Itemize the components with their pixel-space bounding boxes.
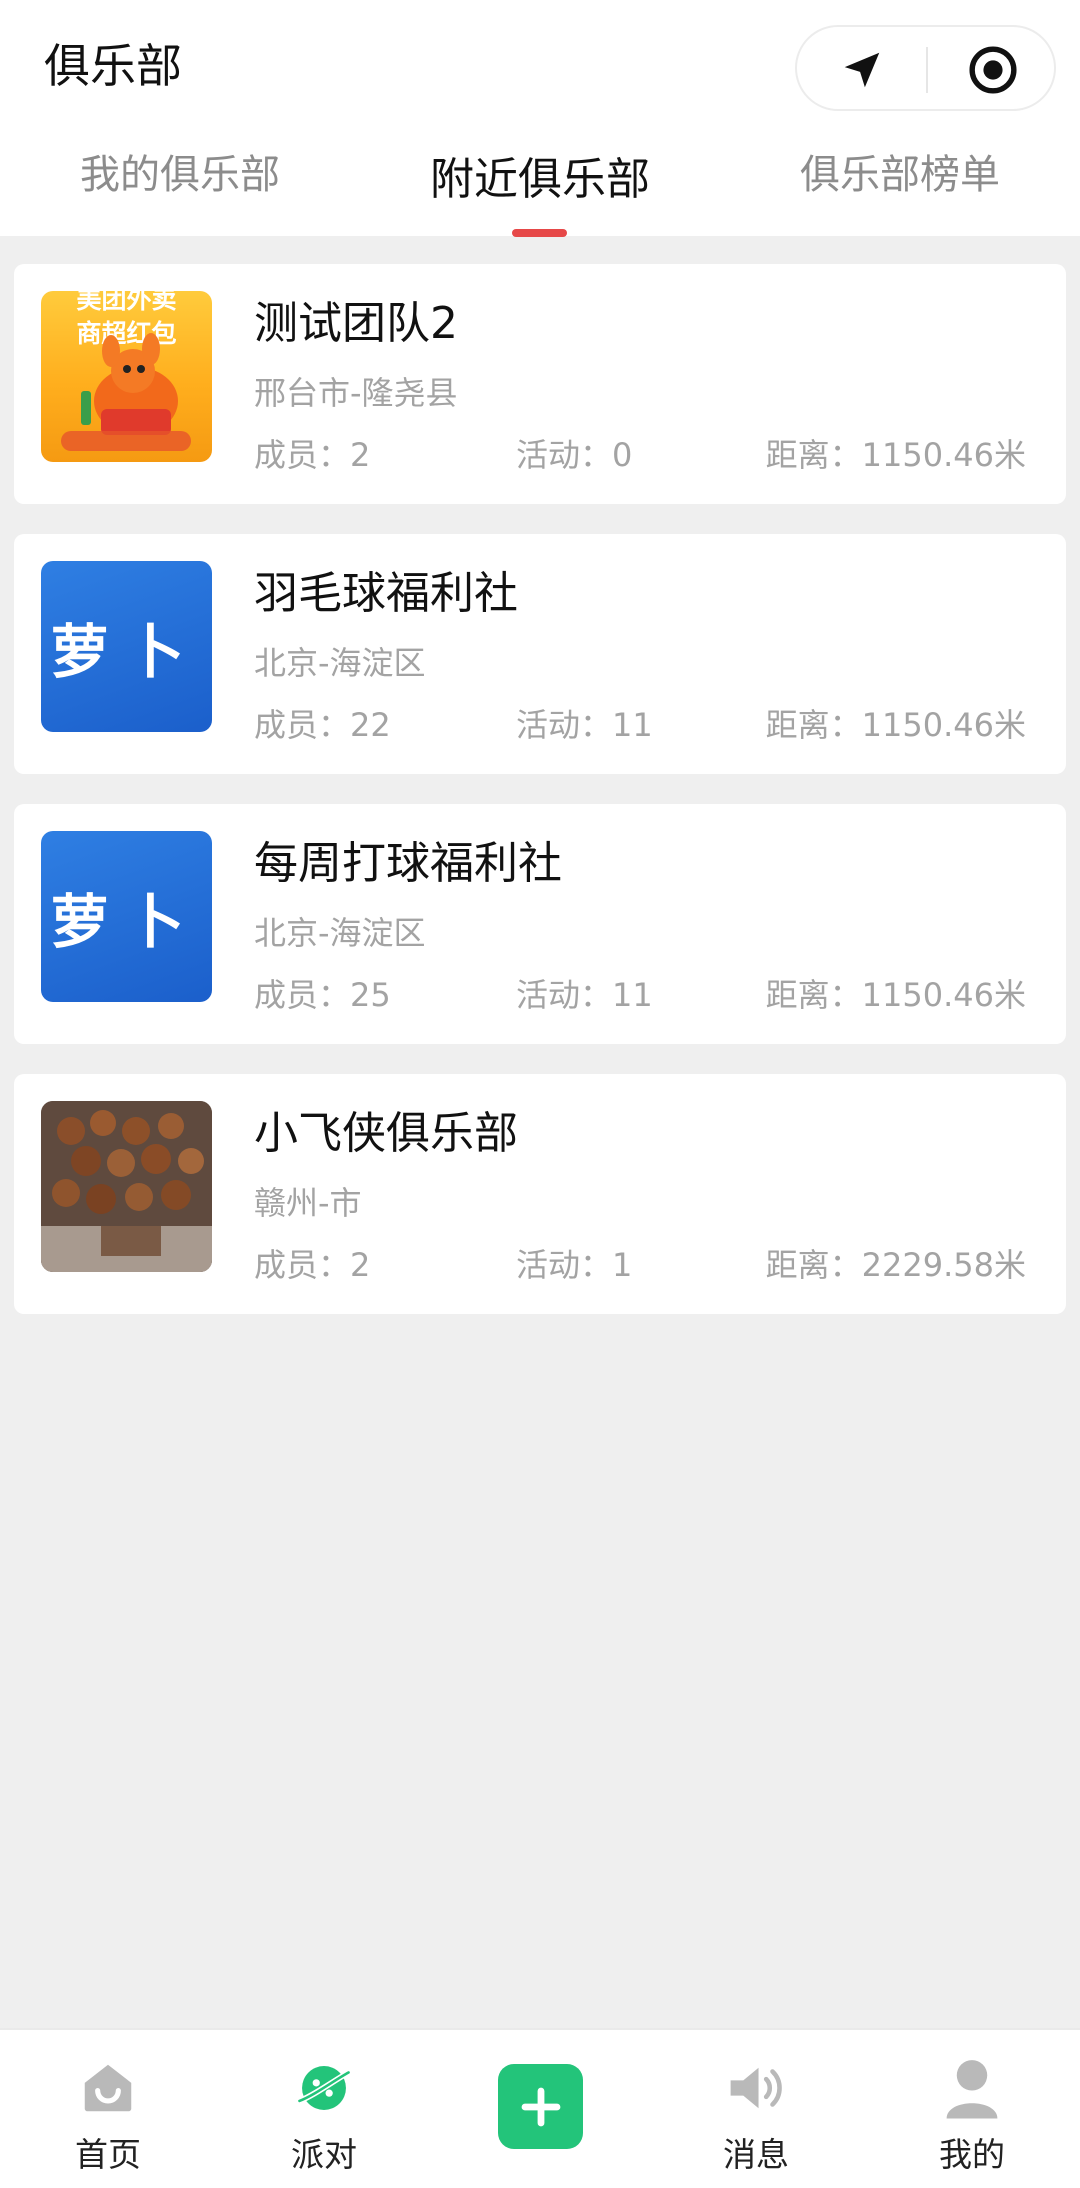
club-members: 成员：22 (254, 706, 391, 744)
tab-nearby-clubs[interactable]: 附近俱乐部 (400, 140, 680, 236)
party-icon (296, 2066, 352, 2110)
club-location: 北京-海淀区 (254, 914, 426, 952)
add-button[interactable] (498, 2064, 583, 2149)
club-activities: 活动：11 (516, 976, 653, 1014)
club-distance: 距离：1150.46米 (765, 706, 1026, 744)
header: 俱乐部 我的俱乐部 附近俱乐部 俱乐部榜单 (0, 0, 1080, 237)
club-name: 羽毛球福利社 (254, 568, 518, 619)
kangaroo-mascot-icon (61, 333, 191, 451)
nav-party[interactable]: 派对 (216, 2030, 432, 2188)
club-name: 测试团队2 (254, 298, 458, 349)
club-location: 邢台市-隆尧县 (254, 374, 458, 412)
club-card[interactable]: 小飞侠俱乐部 赣州-市 成员：2 活动：1 距离：2229.58米 (14, 1074, 1066, 1314)
club-avatar (41, 1101, 212, 1272)
speaker-icon (730, 2067, 782, 2109)
club-activities: 活动：1 (516, 1246, 633, 1284)
tab-my-clubs[interactable]: 我的俱乐部 (40, 140, 320, 236)
club-members: 成员：25 (254, 976, 391, 1014)
location-button[interactable] (797, 27, 926, 113)
mini-program-capsule (795, 25, 1056, 111)
target-circle-icon (968, 46, 1017, 94)
active-tab-indicator (512, 229, 567, 237)
club-distance: 距离：1150.46米 (765, 436, 1026, 474)
club-avatar: 美团外卖 商超红包 (41, 291, 212, 462)
home-icon (84, 2064, 132, 2112)
nav-messages-label: 消息 (723, 2135, 789, 2174)
tab-club-ranking[interactable]: 俱乐部榜单 (760, 140, 1040, 236)
club-logo-text: 萝卜 (50, 617, 203, 686)
club-location: 北京-海淀区 (254, 644, 426, 682)
chestnuts-photo-icon (41, 1101, 212, 1272)
club-logo-text: 萝卜 (50, 887, 203, 956)
club-activities: 活动：11 (516, 706, 653, 744)
club-distance: 距离：1150.46米 (765, 976, 1026, 1014)
nav-mine[interactable]: 我的 (864, 2030, 1080, 2188)
nav-home[interactable]: 首页 (0, 2030, 216, 2188)
nav-home-label: 首页 (75, 2135, 141, 2174)
club-location: 赣州-市 (254, 1184, 362, 1222)
club-members: 成员：2 (254, 1246, 371, 1284)
club-distance: 距离：2229.58米 (765, 1246, 1026, 1284)
close-target-button[interactable] (928, 27, 1057, 113)
club-card[interactable]: 萝卜 羽毛球福利社 北京-海淀区 成员：22 活动：11 距离：1150.46米 (14, 534, 1066, 774)
nav-mine-label: 我的 (939, 2135, 1005, 2174)
user-icon (946, 2060, 998, 2119)
club-members: 成员：2 (254, 436, 371, 474)
club-activities: 活动：0 (516, 436, 633, 474)
club-card[interactable]: 萝卜 每周打球福利社 北京-海淀区 成员：25 活动：11 距离：1150.46… (14, 804, 1066, 1044)
nav-messages[interactable]: 消息 (648, 2030, 864, 2188)
page-title: 俱乐部 (44, 39, 182, 93)
club-avatar: 萝卜 (41, 561, 212, 732)
club-page: 俱乐部 我的俱乐部 附近俱乐部 俱乐部榜单 美团外卖 商超红包 测试团队2 邢台… (0, 0, 1080, 2188)
club-name: 每周打球福利社 (254, 838, 562, 889)
club-avatar: 萝卜 (41, 831, 212, 1002)
tab-bar: 我的俱乐部 附近俱乐部 俱乐部榜单 (0, 140, 1080, 237)
add-icon (521, 2087, 560, 2126)
navigation-arrow-icon (844, 52, 879, 88)
club-name: 小飞侠俱乐部 (254, 1108, 518, 1159)
nav-party-label: 派对 (291, 2135, 357, 2174)
club-card[interactable]: 美团外卖 商超红包 测试团队2 邢台市-隆尧县 成员：2 活动：0 距离：115… (14, 264, 1066, 504)
bottom-nav: 首页 派对 消息 我的 (0, 2028, 1080, 2188)
